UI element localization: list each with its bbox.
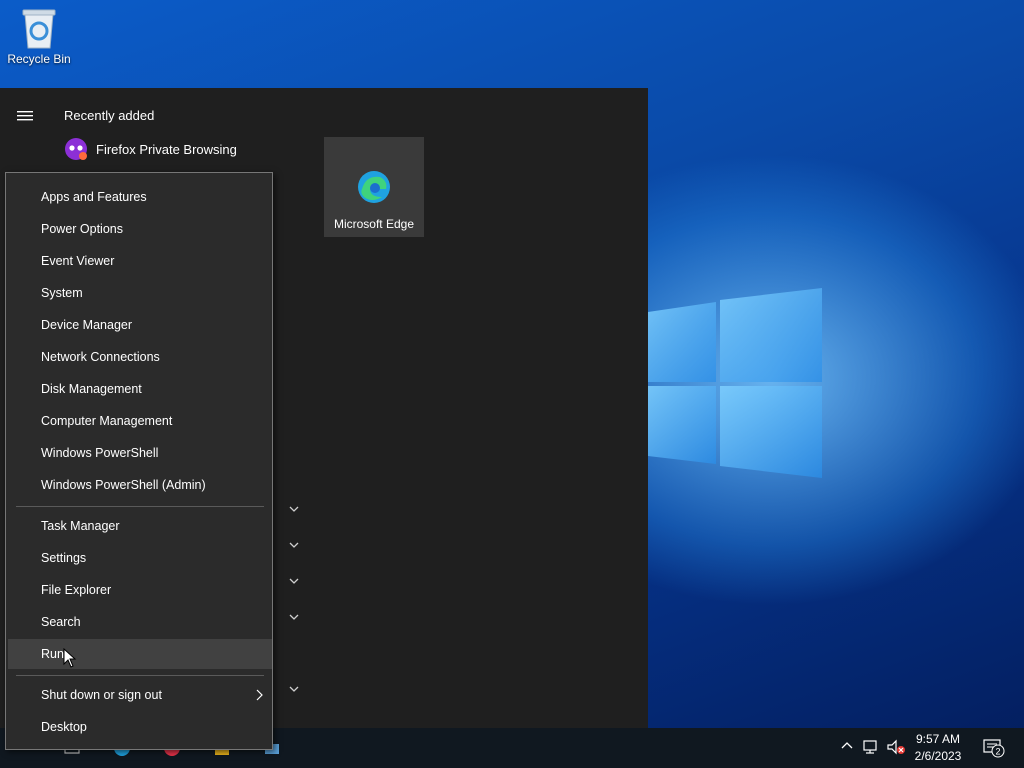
recent-app-firefox-private[interactable]: Firefox Private Browsing xyxy=(64,136,237,162)
hamburger-menu-icon[interactable] xyxy=(17,110,33,122)
clock-time: 9:57 AM xyxy=(915,732,961,746)
menu-item-run[interactable]: Run xyxy=(8,639,272,669)
menu-item-task-manager[interactable]: Task Manager xyxy=(8,511,272,541)
firefox-private-icon xyxy=(65,138,87,160)
chevron-down-icon[interactable] xyxy=(287,682,301,696)
edge-icon xyxy=(358,171,390,203)
tile-label: Microsoft Edge xyxy=(333,217,415,231)
menu-item-search[interactable]: Search xyxy=(8,607,272,637)
menu-item-network-connections[interactable]: Network Connections xyxy=(8,342,272,372)
menu-item-shut-down-or-sign-out[interactable]: Shut down or sign out xyxy=(8,680,272,710)
menu-item-settings[interactable]: Settings xyxy=(8,543,272,573)
menu-item-power-options[interactable]: Power Options xyxy=(8,214,272,244)
menu-item-label: Shut down or sign out xyxy=(41,688,162,702)
menu-item-desktop[interactable]: Desktop xyxy=(8,712,272,742)
recycle-bin[interactable]: Recycle Bin xyxy=(6,6,72,66)
menu-item-windows-powershell-admin[interactable]: Windows PowerShell (Admin) xyxy=(8,470,272,500)
menu-item-windows-powershell[interactable]: Windows PowerShell xyxy=(8,438,272,468)
chevron-down-icon[interactable] xyxy=(287,538,301,552)
recycle-bin-label: Recycle Bin xyxy=(7,52,71,66)
power-user-menu: Apps and Features Power Options Event Vi… xyxy=(5,172,273,750)
mouse-cursor-icon xyxy=(63,648,77,668)
chevron-down-icon[interactable] xyxy=(287,502,301,516)
chevron-right-icon xyxy=(256,689,263,701)
menu-item-device-manager[interactable]: Device Manager xyxy=(8,310,272,340)
menu-item-disk-management[interactable]: Disk Management xyxy=(8,374,272,404)
action-center-icon[interactable]: 2 xyxy=(982,738,1006,758)
chevron-up-icon[interactable] xyxy=(840,739,854,753)
recent-app-label: Firefox Private Browsing xyxy=(96,141,237,157)
network-icon[interactable] xyxy=(862,739,880,755)
menu-separator xyxy=(16,506,264,507)
clock-date: 2/6/2023 xyxy=(914,749,962,763)
menu-item-event-viewer[interactable]: Event Viewer xyxy=(8,246,272,276)
menu-item-file-explorer[interactable]: File Explorer xyxy=(8,575,272,605)
chevron-down-icon[interactable] xyxy=(287,574,301,588)
menu-item-system[interactable]: System xyxy=(8,278,272,308)
recycle-bin-icon xyxy=(22,9,56,49)
clock[interactable]: 9:57 AM 2/6/2023 xyxy=(908,731,968,765)
notification-count: 2 xyxy=(995,747,1000,757)
menu-item-apps-and-features[interactable]: Apps and Features xyxy=(8,182,272,212)
tile-microsoft-edge[interactable]: Microsoft Edge xyxy=(324,137,424,237)
menu-separator xyxy=(16,675,264,676)
volume-muted-icon[interactable] xyxy=(886,739,906,755)
recently-added-heading: Recently added xyxy=(64,108,155,123)
menu-item-computer-management[interactable]: Computer Management xyxy=(8,406,272,436)
chevron-down-icon[interactable] xyxy=(287,610,301,624)
